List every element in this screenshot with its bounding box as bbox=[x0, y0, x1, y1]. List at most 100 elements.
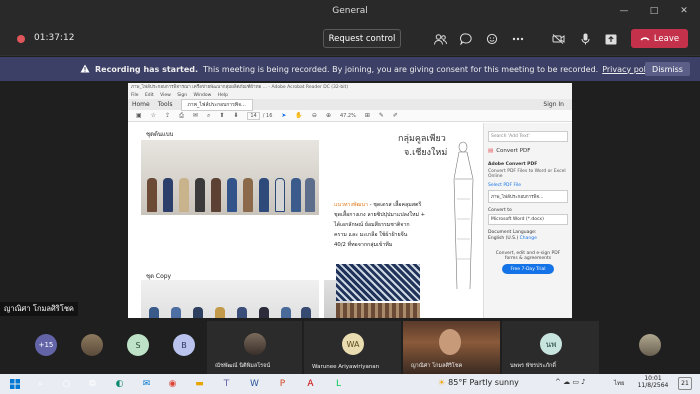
bookmark-icon[interactable]: ☆ bbox=[151, 112, 156, 119]
page-up-icon[interactable]: ⬆ bbox=[219, 112, 224, 119]
upload-icon[interactable]: ⇪ bbox=[165, 112, 170, 119]
taskbar-search-icon[interactable]: ⌕ bbox=[34, 377, 47, 390]
menu-edit[interactable]: Edit bbox=[145, 93, 154, 98]
participant-face bbox=[439, 329, 461, 355]
more-options-icon[interactable] bbox=[509, 30, 527, 48]
participant-tile-2[interactable]: WA Warunee Ariyawiriyanan bbox=[304, 321, 401, 374]
heading-prototype: ชุดต้นแบบ bbox=[146, 131, 174, 138]
more-participants-badge[interactable]: +15 bbox=[35, 334, 57, 356]
highlight-icon[interactable]: ✐ bbox=[393, 112, 398, 119]
windows-start-icon[interactable] bbox=[8, 377, 21, 390]
task-view-icon[interactable]: ⧉ bbox=[86, 377, 99, 390]
file-explorer-icon[interactable]: ▬ bbox=[193, 377, 206, 390]
pdf-side-panel: Search 'Add Text' ▤ Convert PDF Adobe Co… bbox=[483, 123, 572, 318]
email-icon[interactable]: ✉ bbox=[193, 112, 198, 119]
document-language-label: Document Language: bbox=[488, 230, 537, 235]
save-icon[interactable]: ▣ bbox=[136, 112, 142, 119]
convert-pdf-tool[interactable]: ▤ Convert PDF bbox=[488, 148, 568, 154]
menu-window[interactable]: Window bbox=[194, 93, 212, 98]
zoom-out-icon[interactable]: ⊖ bbox=[312, 112, 317, 119]
acrobat-icon[interactable]: A bbox=[304, 377, 317, 390]
system-tray-icons[interactable]: ^ ☁ ▭ ♪ bbox=[555, 378, 586, 386]
chrome-icon[interactable]: ◉ bbox=[166, 377, 179, 390]
leave-button[interactable]: Leave bbox=[631, 29, 688, 48]
participant-name: ญาณิศา โกมลศิริโชค bbox=[411, 363, 463, 369]
cortana-icon[interactable]: ○ bbox=[60, 377, 73, 390]
participant-initial-s[interactable]: S bbox=[127, 334, 149, 356]
select-pdf-file-link[interactable]: Select PDF File bbox=[488, 183, 568, 188]
word-icon[interactable]: W bbox=[248, 377, 261, 390]
mail-icon[interactable]: ✉ bbox=[140, 377, 153, 390]
participant-photo bbox=[244, 333, 266, 355]
tab-tools[interactable]: Tools bbox=[158, 101, 173, 108]
tools-search-input[interactable]: Search 'Add Text' bbox=[488, 131, 568, 142]
zoom-level[interactable]: 47.2% bbox=[340, 113, 356, 119]
windows-taskbar bbox=[0, 374, 700, 394]
participant-name: ณัชพัฒณ์ นิติพิมลโรจน์ bbox=[215, 363, 271, 369]
format-select[interactable]: Microsoft Word (*.docx) bbox=[488, 214, 568, 225]
sign-in-link[interactable]: Sign In bbox=[543, 101, 564, 108]
weather-widget[interactable]: ☀ 85°F Partly sunny bbox=[438, 378, 519, 387]
fabric-swatch-top bbox=[336, 264, 420, 301]
page-down-icon[interactable]: ⬇ bbox=[233, 112, 238, 119]
hand-icon[interactable]: ✋ bbox=[295, 112, 302, 119]
close-window-button[interactable]: ✕ bbox=[670, 0, 698, 22]
selected-file-field[interactable]: ภาพ_ไฟล์ประกอบการพิจ... bbox=[488, 190, 568, 203]
promo-text: Convert, edit and e-sign PDF forms & agr… bbox=[495, 251, 561, 261]
page-current[interactable]: 14 bbox=[247, 111, 260, 120]
search-icon[interactable]: ⌕ bbox=[207, 112, 210, 120]
group-title-line1: กลุ่มคูลเพียว bbox=[398, 134, 446, 144]
share-screen-icon[interactable] bbox=[602, 30, 620, 48]
menu-sign[interactable]: Sign bbox=[177, 93, 187, 98]
request-control-button[interactable]: Request control bbox=[323, 29, 401, 48]
menu-help[interactable]: Help bbox=[218, 93, 228, 98]
cursor-icon[interactable]: ➤ bbox=[281, 112, 286, 119]
participant-initial-wa: WA bbox=[342, 333, 364, 355]
teams-icon[interactable]: T bbox=[220, 377, 233, 390]
participant-name: Warunee Ariyawiriyanan bbox=[312, 364, 380, 370]
camera-off-icon[interactable] bbox=[549, 30, 567, 48]
participant-tile-3-video[interactable]: ญาณิศา โกมลศิริโชค bbox=[403, 321, 500, 374]
change-language-link[interactable]: Change bbox=[520, 236, 537, 241]
free-trial-button[interactable]: Free 7-Day Trial bbox=[502, 264, 554, 274]
self-avatar[interactable] bbox=[639, 334, 661, 356]
group-title-line2: จ.เชียงใหม่ bbox=[404, 148, 448, 158]
window-titlebar: General bbox=[0, 0, 700, 22]
weather-text: 85°F Partly sunny bbox=[448, 378, 519, 387]
menu-view[interactable]: View bbox=[160, 93, 171, 98]
minimize-button[interactable]: — bbox=[610, 0, 638, 22]
fashion-sketch bbox=[448, 139, 478, 291]
input-language[interactable]: ไทย bbox=[614, 378, 625, 388]
clock-time: 10:01 bbox=[644, 375, 662, 382]
meeting-timer: 01:37:12 bbox=[34, 33, 75, 43]
menu-file[interactable]: File bbox=[131, 93, 139, 98]
convert-description: Convert PDF Files to Word or Excel Onlin… bbox=[488, 169, 566, 179]
fit-page-icon[interactable]: ⊞ bbox=[365, 112, 370, 119]
print-icon[interactable]: ⎙ bbox=[179, 112, 184, 120]
description-line-5: 40/2 ที่ทอจากกลุ่มเข้าทีม bbox=[334, 242, 393, 248]
line-icon[interactable]: L bbox=[332, 377, 345, 390]
notification-center-icon[interactable]: 21 bbox=[678, 377, 692, 390]
powerpoint-icon[interactable]: P bbox=[276, 377, 289, 390]
document-language-value: English (U.S.) bbox=[488, 236, 519, 241]
clock[interactable]: 10:01 11/8/2564 bbox=[636, 375, 670, 389]
participant-initial-b[interactable]: B bbox=[173, 334, 195, 356]
participant-tile-1[interactable]: ณัชพัฒณ์ นิติพิมลโรจน์ bbox=[207, 321, 302, 374]
participant-avatar[interactable] bbox=[81, 334, 103, 356]
adobe-convert-title: Adobe Convert PDF bbox=[488, 162, 538, 167]
people-icon[interactable] bbox=[431, 30, 449, 48]
participant-tile-4[interactable]: นพ นพพร พัชรประภักดิ์ bbox=[502, 321, 599, 374]
copy-photo bbox=[141, 280, 319, 318]
zoom-in-icon[interactable]: ⊕ bbox=[326, 112, 331, 119]
comment-icon[interactable]: ✎ bbox=[379, 112, 384, 119]
reactions-icon[interactable] bbox=[483, 30, 501, 48]
edge-icon[interactable]: ◐ bbox=[113, 377, 126, 390]
maximize-button[interactable]: □ bbox=[640, 0, 668, 22]
prototype-photo bbox=[141, 140, 319, 215]
microphone-icon[interactable] bbox=[576, 30, 594, 48]
tab-document[interactable]: ภาพ_ไฟล์ประกอบการพิจ... bbox=[180, 98, 253, 111]
convert-pdf-label: Convert PDF bbox=[496, 148, 531, 154]
chat-icon[interactable] bbox=[457, 30, 475, 48]
tab-home[interactable]: Home bbox=[132, 101, 150, 108]
dismiss-button[interactable]: Dismiss bbox=[645, 62, 690, 76]
